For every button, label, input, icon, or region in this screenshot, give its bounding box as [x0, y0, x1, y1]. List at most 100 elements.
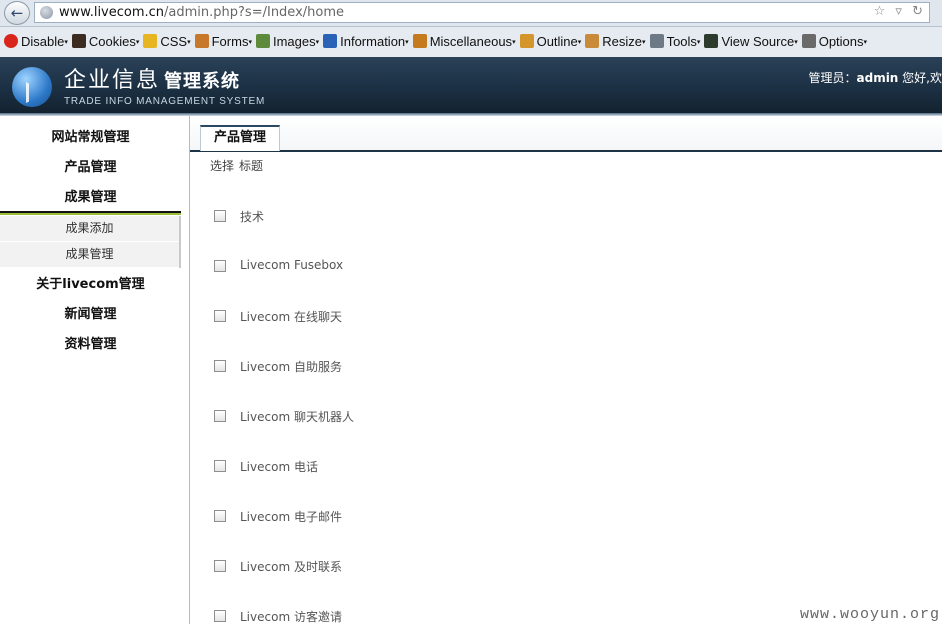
miscellaneous-icon [412, 34, 427, 48]
row-checkbox[interactable] [214, 260, 226, 272]
resize-icon [585, 34, 600, 48]
devbar-label: CSS [160, 34, 188, 49]
menu-divider [0, 211, 181, 215]
devbar-item-options[interactable]: Options▾ [801, 27, 868, 57]
devbar-item-resize[interactable]: Resize▾ [585, 27, 646, 57]
row-title: Livecom 访客邀请 [240, 610, 342, 624]
disable-icon [4, 34, 18, 48]
outline-icon [519, 34, 534, 48]
app-header: 企业信息 管理系统 TRADE INFO MANAGEMENT SYSTEM 管理… [0, 57, 942, 113]
devbar-item-miscellaneous[interactable]: Miscellaneous▾ [412, 27, 516, 57]
column-title: 标题 [239, 159, 264, 173]
column-select: 选择 [210, 159, 235, 173]
devbar-label: Forms [211, 34, 249, 49]
menu-news[interactable]: 新闻管理 [0, 303, 181, 322]
devbar-item-disable[interactable]: Disable▾ [4, 27, 68, 57]
admin-label: 管理员： [808, 71, 857, 85]
watermark: www.wooyun.org [799, 606, 940, 623]
devbar-item-images[interactable]: Images▾ [255, 27, 319, 57]
tab-products[interactable]: 产品管理 [200, 125, 280, 151]
devbar-item-outline[interactable]: Outline▾ [519, 27, 582, 57]
chevron-down-icon: ▾ [135, 39, 140, 46]
forms-icon [194, 34, 209, 48]
row-title: Livecom 自助服务 [240, 360, 342, 374]
submenu-item-manage[interactable]: 成果管理 [0, 242, 179, 268]
globe-icon [40, 6, 53, 19]
devbar-item-information[interactable]: Information▾ [323, 27, 409, 57]
chevron-down-icon: ▾ [64, 39, 68, 46]
devbar-item-forms[interactable]: Forms▾ [194, 27, 252, 57]
devbar-item-tools[interactable]: Tools▾ [649, 27, 700, 57]
row-checkbox[interactable] [214, 460, 226, 472]
devbar-label: Miscellaneous [429, 34, 513, 49]
cookies-icon [71, 34, 86, 48]
logo-title-cn: 企业信息 [64, 68, 161, 93]
row-title: 技术 [240, 210, 265, 224]
devbar-item-cookies[interactable]: Cookies▾ [71, 27, 140, 57]
chevron-down-icon: ▾ [512, 39, 516, 46]
address-input[interactable]: www.livecom.cn/admin.php?s=/Index/home ☆… [34, 2, 930, 23]
row-checkbox[interactable] [214, 560, 226, 572]
devbar-label: Outline [536, 34, 578, 49]
view-source-icon [704, 34, 719, 48]
tab-bar: 产品管理 [190, 116, 942, 152]
admin-greeting: 管理员：admin 您好,欢 [808, 69, 942, 86]
chevron-down-icon: ▾ [577, 39, 582, 46]
row-title: Livecom 电话 [240, 460, 318, 474]
row-title: Livecom 聊天机器人 [240, 410, 354, 424]
browser-url-bar: ← www.livecom.cn/admin.php?s=/Index/home… [0, 0, 942, 27]
url-icons: ☆ ▿ ↻ [868, 4, 923, 19]
menu-achievements[interactable]: 成果管理 [0, 186, 181, 205]
chevron-down-icon: ▾ [863, 39, 868, 46]
menu-products[interactable]: 产品管理 [0, 156, 181, 175]
dropdown-arrow-icon[interactable]: ▿ [895, 4, 902, 19]
url-domain: www.livecom.cn [59, 5, 165, 20]
reload-icon[interactable]: ↻ [912, 4, 923, 19]
main-content: 产品管理 选择 标题 技术 Livecom Fusebox Livecom 在线聊天 L… [190, 116, 942, 624]
chevron-down-icon: ▾ [794, 39, 798, 46]
chevron-down-icon: ▾ [405, 39, 409, 46]
menu-resources[interactable]: 资料管理 [0, 333, 181, 352]
devbar-label: Cookies [88, 34, 136, 49]
row-checkbox[interactable] [214, 610, 226, 622]
images-icon [255, 34, 270, 48]
devbar-label: Disable [21, 34, 65, 49]
devbar-label: Images [272, 34, 316, 49]
css-icon [143, 34, 158, 48]
chevron-down-icon: ▾ [248, 39, 252, 46]
url-path: /admin.php?s=/Index/home [164, 5, 345, 20]
devbar-label: View Source [721, 34, 795, 49]
address-text: www.livecom.cn/admin.php?s=/Index/home [59, 5, 344, 20]
logo-title: 企业信息 管理系统 [64, 62, 240, 94]
devbar-label: Resize [602, 34, 643, 49]
row-checkbox[interactable] [214, 510, 226, 522]
logo-subtitle: 管理系统 [164, 71, 241, 92]
devbar-item-view-source[interactable]: View Source▾ [704, 27, 798, 57]
row-title: Livecom 在线聊天 [240, 310, 342, 324]
row-title: Livecom 电子邮件 [240, 510, 342, 524]
row-title: Livecom 及时联系 [240, 560, 342, 574]
devbar-label: Information [340, 34, 406, 49]
row-title: Livecom Fusebox [240, 258, 344, 272]
web-developer-toolbar: Disable▾ Cookies▾ CSS▾ Forms▾ Images▾ Informa… [0, 27, 942, 58]
chevron-down-icon: ▾ [642, 39, 646, 46]
back-arrow-icon[interactable]: ← [4, 1, 30, 25]
menu-about-livecom[interactable]: 关于livecom管理 [0, 273, 181, 292]
logo-english: TRADE INFO MANAGEMENT SYSTEM [64, 96, 266, 107]
sidebar: 网站常规管理 产品管理 成果管理 成果添加 成果管理 关于livecom管理 新… [0, 116, 190, 624]
admin-name: admin [856, 71, 899, 85]
submenu-item-add[interactable]: 成果添加 [0, 216, 179, 242]
bookmark-star-icon[interactable]: ☆ [874, 4, 886, 19]
row-checkbox[interactable] [214, 310, 226, 322]
column-headers: 选择 标题 [210, 157, 268, 174]
row-checkbox[interactable] [214, 410, 226, 422]
devbar-label: Options [818, 34, 864, 49]
information-icon [323, 34, 338, 48]
options-icon [801, 34, 816, 48]
devbar-item-css[interactable]: CSS▾ [143, 27, 191, 57]
tools-icon [649, 34, 664, 48]
logo-icon [12, 67, 52, 107]
row-checkbox[interactable] [214, 210, 226, 222]
row-checkbox[interactable] [214, 360, 226, 372]
menu-site-settings[interactable]: 网站常规管理 [0, 126, 181, 145]
